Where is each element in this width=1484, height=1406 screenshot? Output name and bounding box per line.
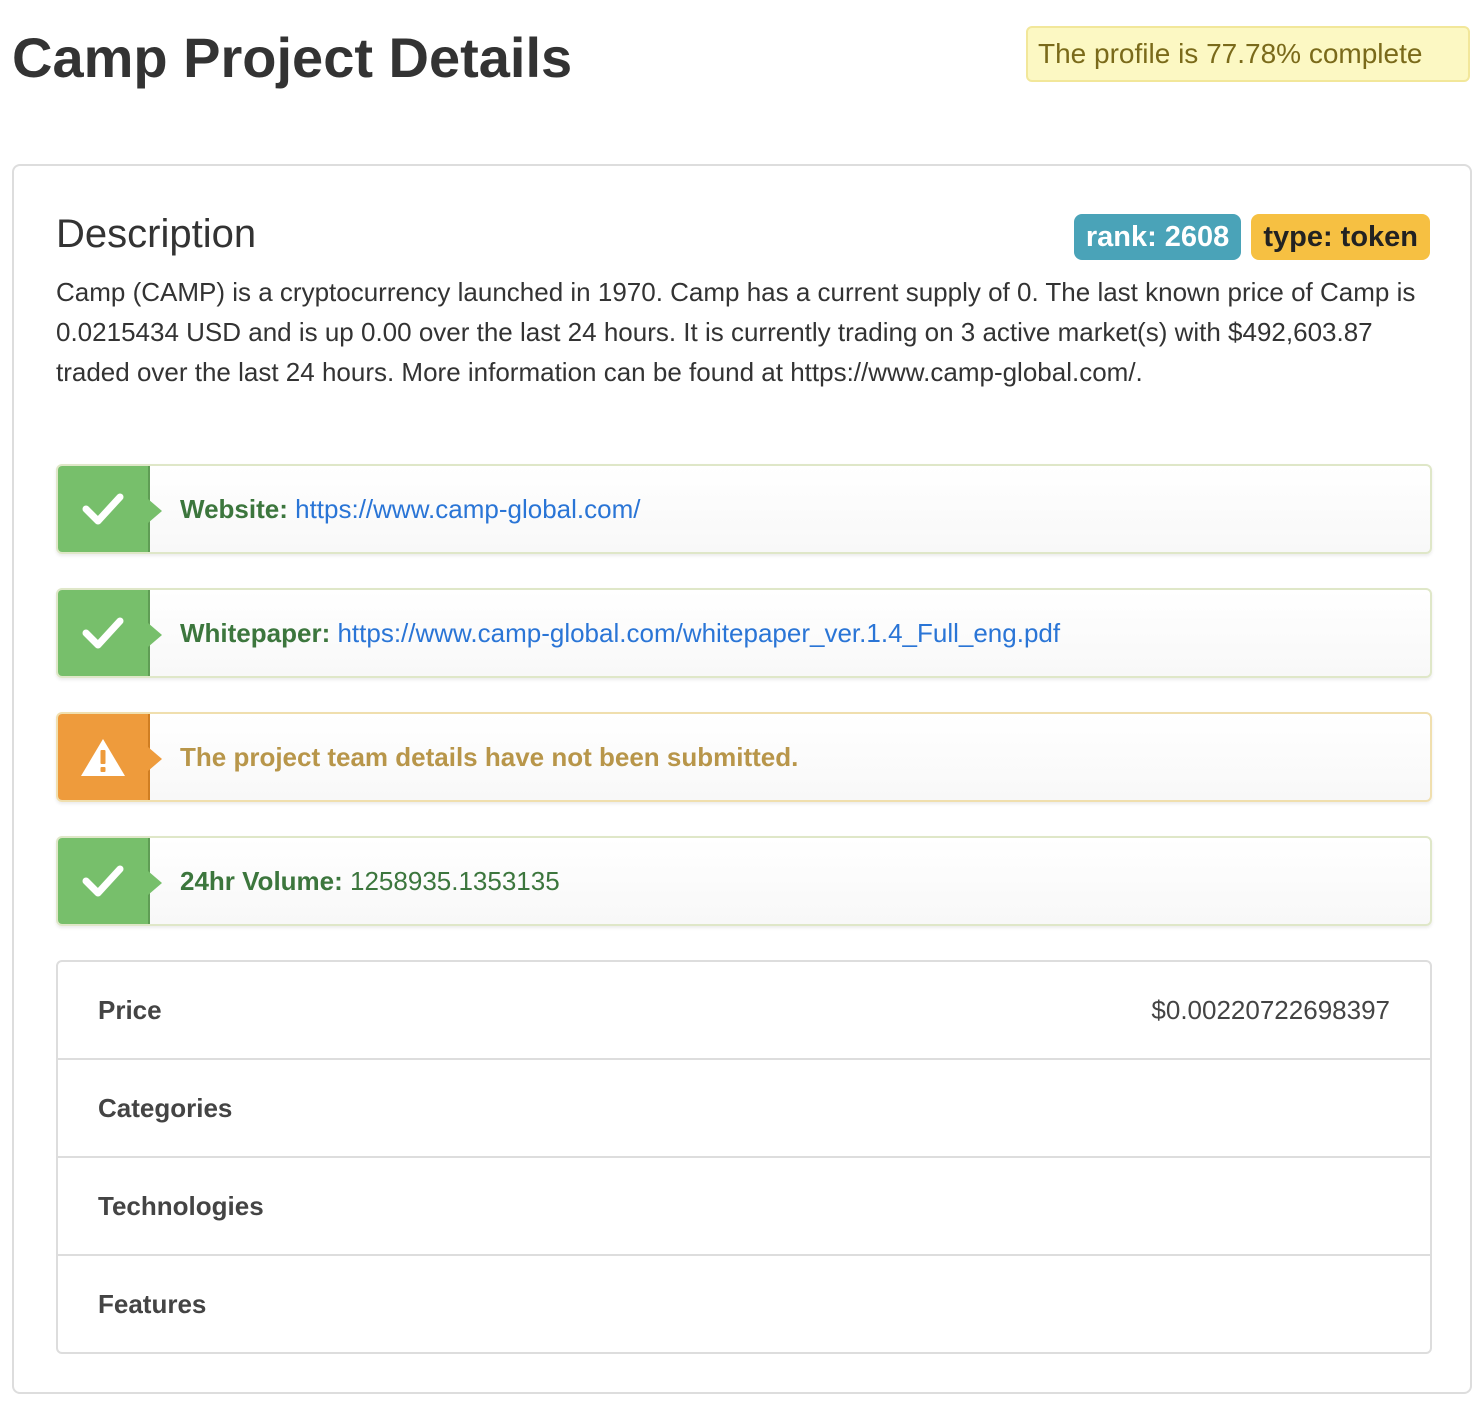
website-label: Website: (180, 494, 288, 524)
table-row-price: Price $0.00220722698397 (58, 962, 1430, 1060)
description-heading: Description (56, 212, 257, 256)
technologies-label: Technologies (98, 1191, 264, 1221)
table-row-categories: Categories (58, 1060, 1430, 1158)
whitepaper-link[interactable]: https://www.camp-global.com/whitepaper_v… (337, 618, 1060, 648)
price-value: $0.00220722698397 (1151, 995, 1390, 1025)
price-label: Price (98, 995, 162, 1025)
website-link[interactable]: https://www.camp-global.com/ (295, 494, 640, 524)
checkmark-icon (58, 590, 162, 676)
page-title: Camp Project Details (12, 26, 573, 89)
team-warning-message: The project team details have not been s… (180, 742, 799, 772)
description-text: Camp (CAMP) is a cryptocurrency launched… (56, 277, 1416, 387)
whitepaper-check-row: Whitepaper: https://www.camp-global.com/… (56, 588, 1432, 678)
table-row-technologies: Technologies (58, 1158, 1430, 1256)
volume-label: 24hr Volume: (180, 866, 343, 896)
checkmark-icon (58, 838, 162, 924)
type-badge: type: token (1251, 214, 1430, 260)
badge-group: rank: 2608 type: token (1073, 214, 1430, 260)
details-table: Price $0.00220722698397 Categories Techn… (56, 960, 1432, 1354)
warning-triangle-icon (58, 714, 162, 800)
volume-check-row: 24hr Volume: 1258935.1353135 (56, 836, 1432, 926)
project-details-panel: Description rank: 2608 type: token Camp … (12, 164, 1472, 1394)
table-row-features: Features (58, 1256, 1430, 1354)
website-check-row: Website: https://www.camp-global.com/ (56, 464, 1432, 554)
team-warning-row: The project team details have not been s… (56, 712, 1432, 802)
checkmark-icon (58, 466, 162, 552)
rank-badge: rank: 2608 (1073, 214, 1242, 260)
volume-value: 1258935.1353135 (350, 866, 560, 896)
whitepaper-label: Whitepaper: (180, 618, 331, 648)
profile-completion-alert: The profile is 77.78% complete (1026, 26, 1470, 82)
features-label: Features (98, 1289, 207, 1319)
categories-label: Categories (98, 1093, 233, 1123)
